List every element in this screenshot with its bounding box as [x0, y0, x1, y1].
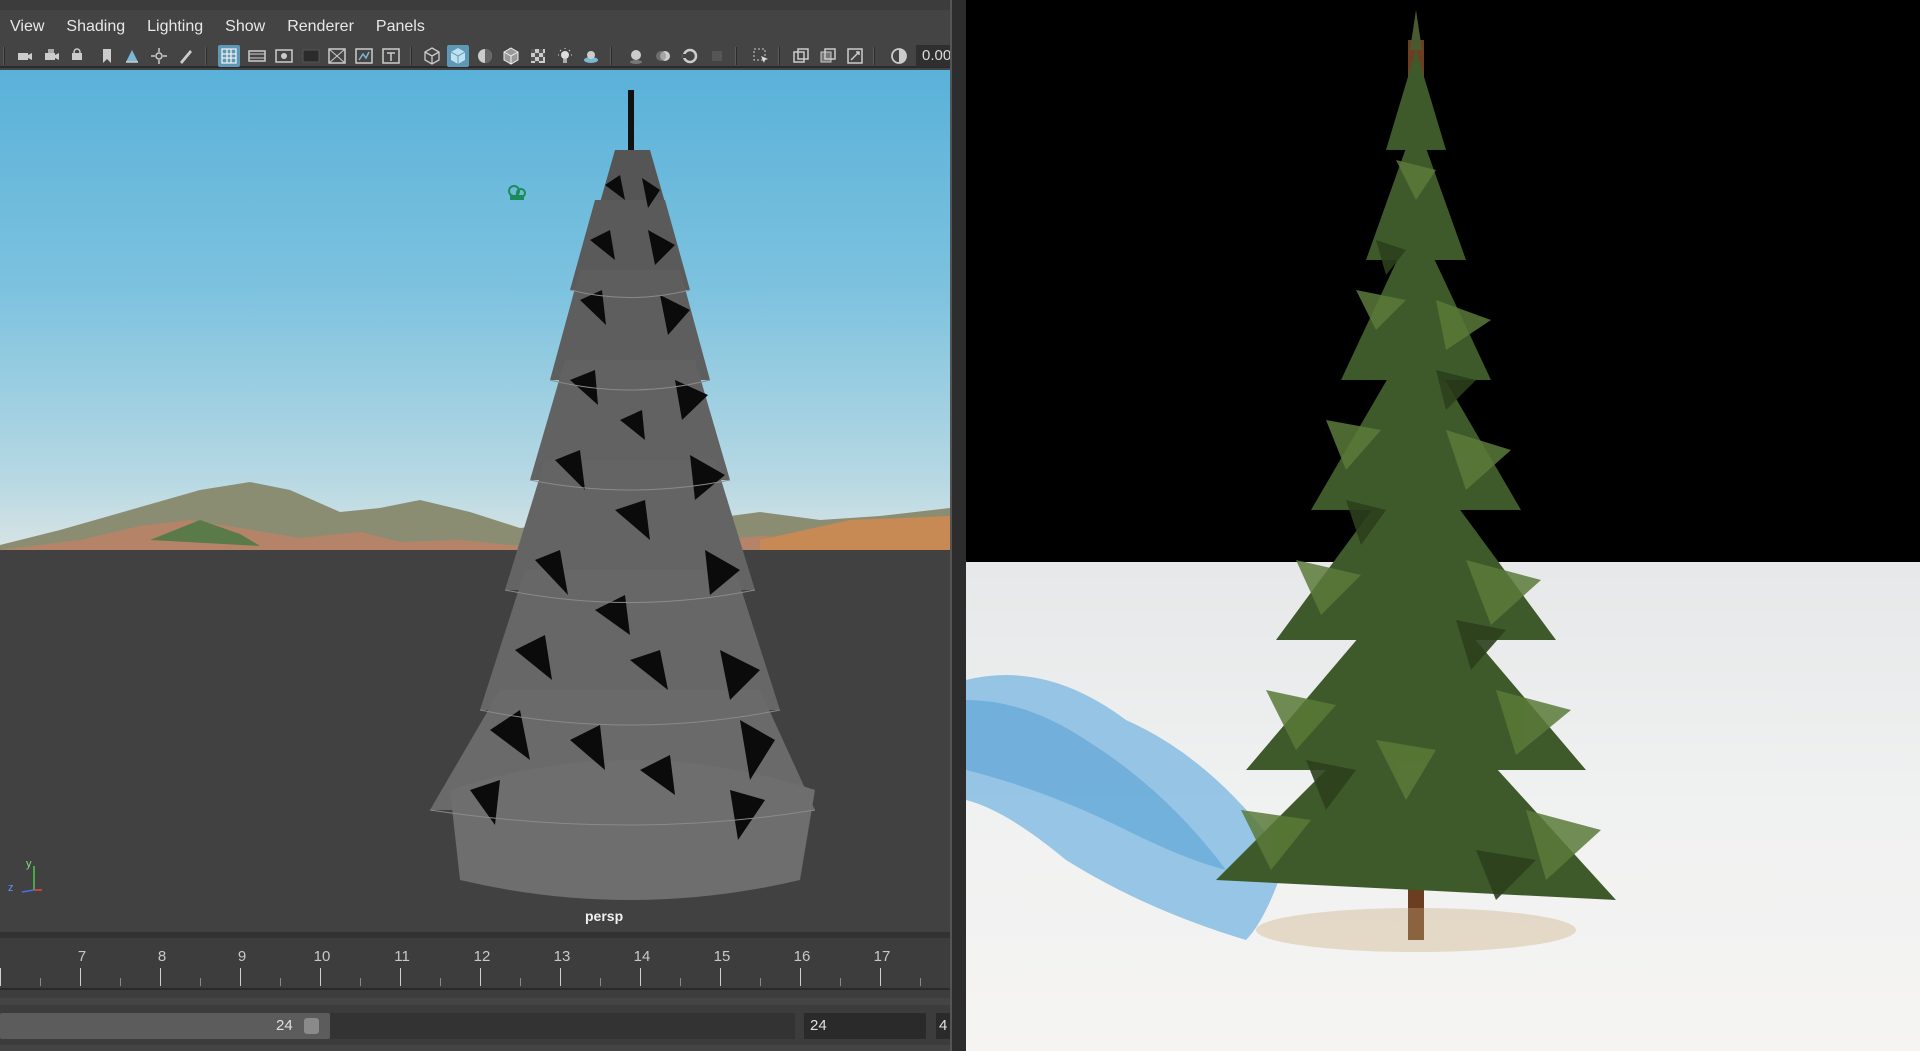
- camera-name-label: persp: [585, 908, 624, 924]
- range-slider-value: 24: [276, 1017, 293, 1034]
- timeline-frame-label: 13: [553, 948, 571, 965]
- timeline-minor-tick: [40, 978, 41, 986]
- motion-blur-icon[interactable]: [652, 45, 674, 67]
- timeline-minor-tick: [360, 978, 361, 986]
- playback-range-slider[interactable]: 24: [0, 1013, 330, 1039]
- toolbar-separator: [778, 47, 780, 65]
- field-chart-icon[interactable]: [326, 45, 348, 67]
- timeline-major-tick: [800, 968, 801, 986]
- timeline-minor-tick: [440, 978, 441, 986]
- range-slider-handle[interactable]: [304, 1018, 319, 1034]
- timeline-major-tick: [880, 968, 881, 986]
- viewport-menu-bar: View Shading Lighting Show Renderer Pane…: [0, 0, 950, 44]
- timeline-major-tick: [400, 968, 401, 986]
- timeline-minor-tick: [680, 978, 681, 986]
- animation-end-field[interactable]: 24: [804, 1013, 926, 1039]
- timeline-major-tick: [320, 968, 321, 986]
- toolbar-separator: [610, 47, 612, 65]
- axis-y-label: y: [26, 858, 32, 870]
- ambient-occlusion-icon[interactable]: [625, 45, 647, 67]
- smooth-shade-icon[interactable]: [447, 45, 469, 67]
- menu-view[interactable]: View: [10, 18, 44, 36]
- viewport-toolbar: 0.00: [0, 44, 956, 68]
- timeline-frame-label: 17: [873, 948, 891, 965]
- bookmark-camera-icon[interactable]: [68, 45, 90, 67]
- render-view-image: [966, 0, 1920, 1051]
- perspective-viewport[interactable]: y z persp: [0, 70, 950, 932]
- lights-icon[interactable]: [554, 45, 576, 67]
- maya-viewport-panel: View Shading Lighting Show Renderer Pane…: [0, 0, 956, 1051]
- depth-of-field-icon[interactable]: [706, 45, 728, 67]
- timeline-major-tick: [480, 968, 481, 986]
- timeline-minor-tick: [280, 978, 281, 986]
- toolbar-separator: [205, 47, 207, 65]
- image-plane-icon[interactable]: [121, 45, 143, 67]
- camera-attributes-icon[interactable]: [41, 45, 63, 67]
- film-gate-icon[interactable]: [246, 45, 268, 67]
- timeline-frame-label: 9: [237, 948, 247, 965]
- safe-title-icon[interactable]: [380, 45, 402, 67]
- timeline-minor-tick: [520, 978, 521, 986]
- timeline-minor-tick: [200, 978, 201, 986]
- toolbar-separator: [735, 47, 737, 65]
- range-slider-track: [330, 1013, 795, 1039]
- grease-pencil-icon[interactable]: [175, 45, 197, 67]
- timeline-major-tick: [640, 968, 641, 986]
- xray-joints-icon[interactable]: [817, 45, 839, 67]
- gate-mask-icon[interactable]: [300, 45, 322, 67]
- exposure-icon[interactable]: [888, 45, 910, 67]
- select-camera-icon[interactable]: [14, 45, 36, 67]
- tree-mesh-model[interactable]: [420, 90, 840, 920]
- timeline-major-tick: [0, 968, 1, 986]
- xray-icon[interactable]: [790, 45, 812, 67]
- resolution-gate-icon[interactable]: [273, 45, 295, 67]
- isolate-select-icon[interactable]: [750, 45, 772, 67]
- timeline-frame-label: 14: [633, 948, 651, 965]
- wireframe-on-shaded-icon[interactable]: [500, 45, 522, 67]
- shadows-icon[interactable]: [580, 45, 602, 67]
- xray-components-icon[interactable]: [844, 45, 866, 67]
- axis-z-label: z: [8, 882, 14, 894]
- 2d-pan-zoom-icon[interactable]: [148, 45, 170, 67]
- timeline-frame-label: 7: [77, 948, 87, 965]
- range-slider-bar: 24 24 4: [0, 1005, 950, 1045]
- timeline-major-tick: [160, 968, 161, 986]
- timeline-major-tick: [720, 968, 721, 986]
- wireframe-icon[interactable]: [421, 45, 443, 67]
- panel-divider: [950, 0, 966, 1051]
- rendered-spruce-tree: [1216, 10, 1616, 952]
- menu-panels[interactable]: Panels: [376, 18, 425, 36]
- safe-action-icon[interactable]: [353, 45, 375, 67]
- time-slider[interactable]: 7 8 9 10 11 12 13 14 15 16 17: [0, 938, 950, 998]
- animation-end-field-secondary[interactable]: 4: [936, 1013, 950, 1039]
- timeline-frame-label: 11: [394, 948, 410, 965]
- timeline-minor-tick: [120, 978, 121, 986]
- timeline-minor-tick: [600, 978, 601, 986]
- textured-icon[interactable]: [527, 45, 549, 67]
- timeline-frame-label: 15: [713, 948, 731, 965]
- timeline-minor-tick: [840, 978, 841, 986]
- toolbar-separator: [410, 47, 412, 65]
- menu-renderer[interactable]: Renderer: [287, 18, 354, 36]
- anti-aliasing-icon[interactable]: [679, 45, 701, 67]
- timeline-frame-label: 8: [157, 948, 167, 965]
- timeline-frame-label: 12: [473, 948, 491, 965]
- timeline-frame-label: 10: [313, 948, 331, 965]
- toolbar-separator: [873, 47, 875, 65]
- menu-show[interactable]: Show: [225, 18, 265, 36]
- menu-lighting[interactable]: Lighting: [147, 18, 203, 36]
- timeline-minor-tick: [920, 978, 921, 986]
- menu-shading[interactable]: Shading: [66, 18, 125, 36]
- timeline-minor-tick: [760, 978, 761, 986]
- use-default-material-icon[interactable]: [474, 45, 496, 67]
- bookmark-icon[interactable]: [96, 45, 118, 67]
- time-slider-baseline: [0, 988, 950, 990]
- timeline-major-tick: [240, 968, 241, 986]
- timeline-major-tick: [560, 968, 561, 986]
- timeline-frame-label: 16: [793, 948, 811, 965]
- grid-icon[interactable]: [218, 45, 240, 67]
- timeline-major-tick: [80, 968, 81, 986]
- toolbar-separator: [3, 47, 5, 65]
